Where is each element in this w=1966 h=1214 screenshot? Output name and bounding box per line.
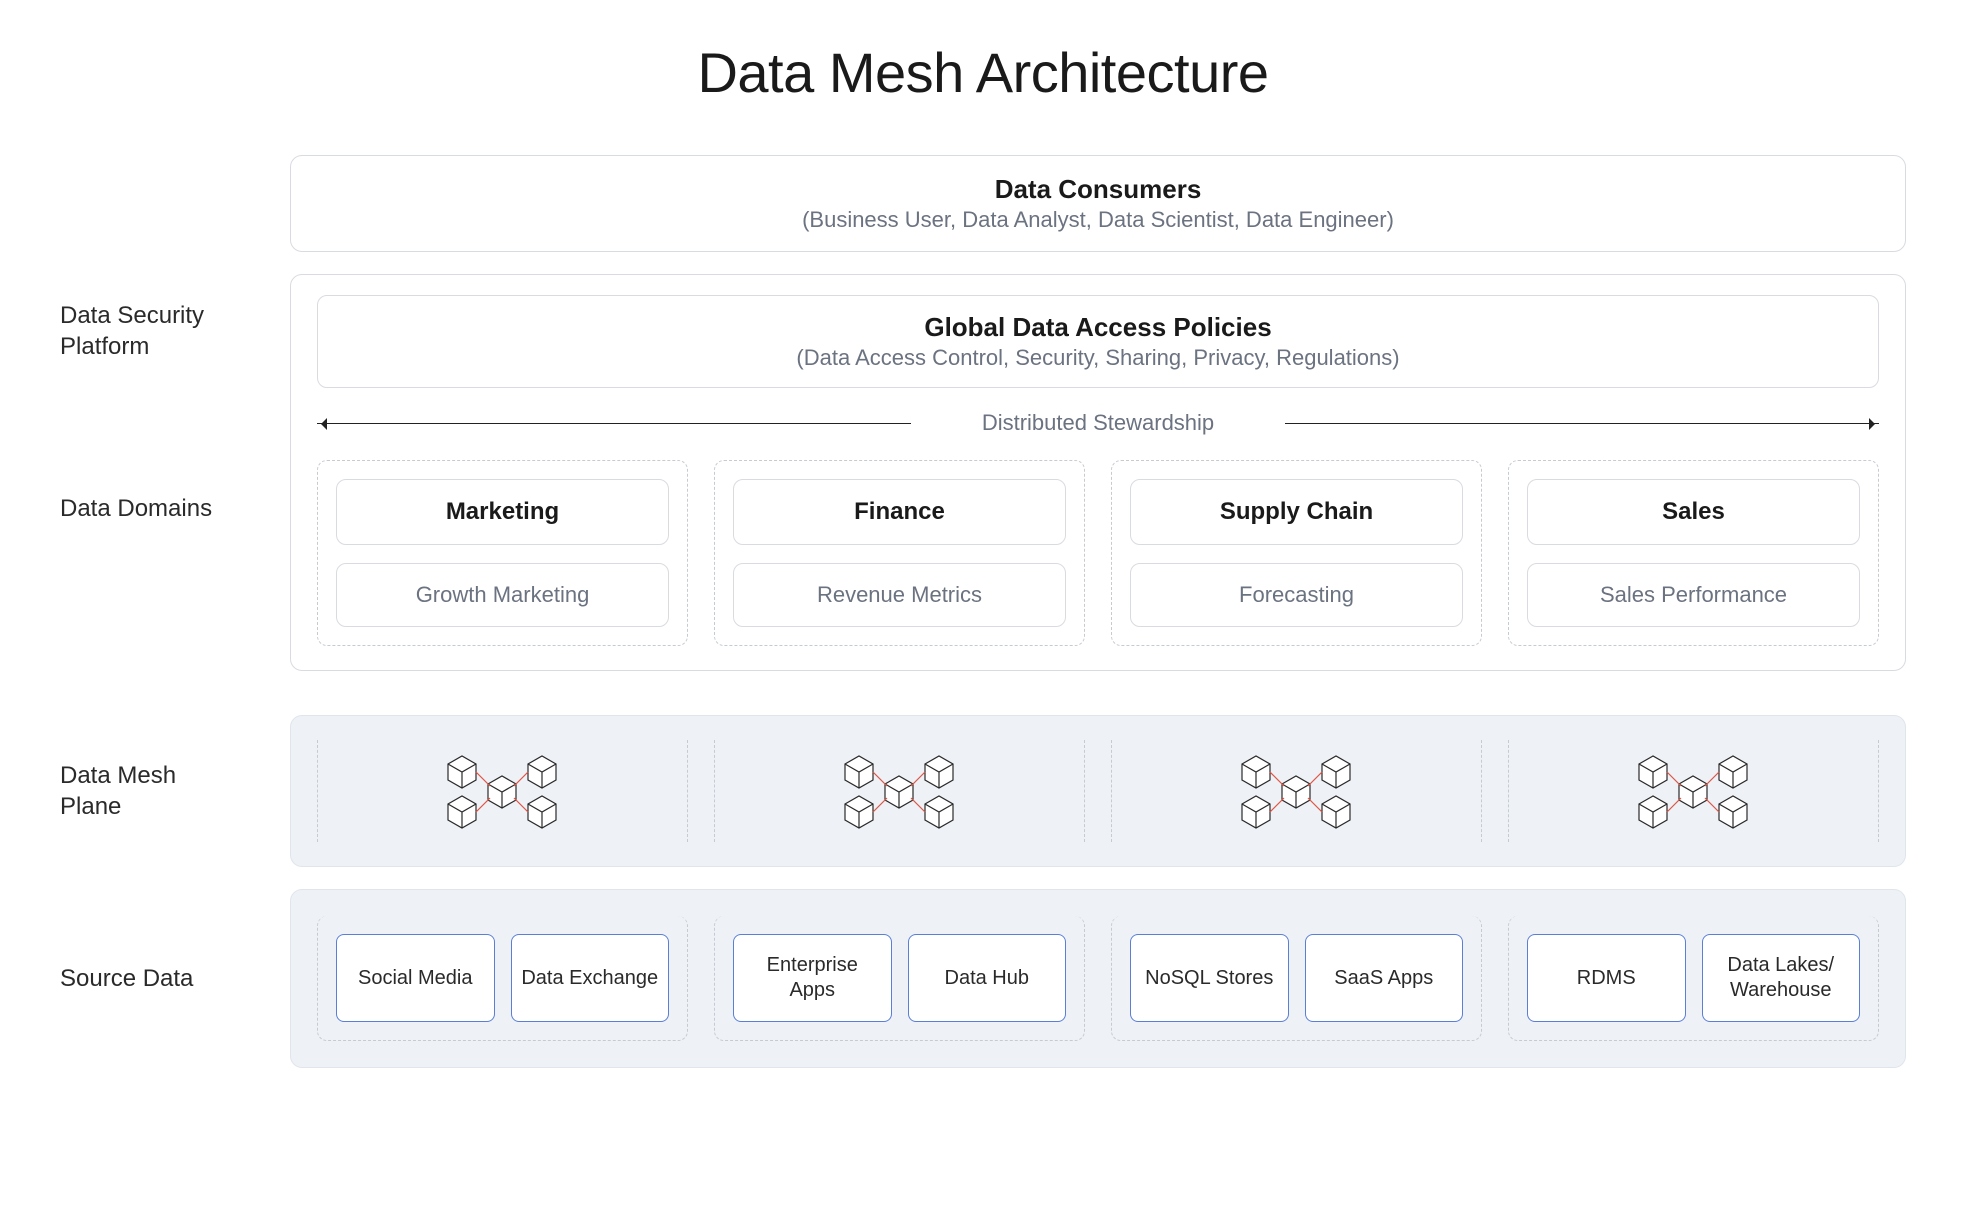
mesh-cell [1111, 740, 1482, 842]
row-label-domains: Data Domains [60, 493, 260, 524]
source-card: Social Media [336, 934, 495, 1022]
consumers-row: Data Consumers (Business User, Data Anal… [290, 155, 1906, 252]
source-col: RDMS Data Lakes/ Warehouse [1508, 916, 1879, 1041]
source-card: SaaS Apps [1305, 934, 1464, 1022]
arrow-left-icon [317, 423, 911, 424]
consumers-sub: (Business User, Data Analyst, Data Scien… [311, 207, 1885, 233]
policies-heading: Global Data Access Policies [338, 312, 1858, 343]
row-label-source: Source Data [60, 963, 260, 994]
mesh-cubes-icon [428, 746, 578, 836]
source-col: Social Media Data Exchange [317, 916, 688, 1041]
row-label-mesh: Data Mesh Plane [60, 760, 260, 822]
source-col: NoSQL Stores SaaS Apps [1111, 916, 1482, 1041]
diagram-grid: Data Consumers (Business User, Data Anal… [60, 155, 1906, 1068]
diagram-title: Data Mesh Architecture [60, 40, 1906, 105]
mesh-cell [317, 740, 688, 842]
source-card: Data Exchange [511, 934, 670, 1022]
source-row: Social Media Data Exchange Enterprise Ap… [290, 889, 1906, 1068]
source-card: RDMS [1527, 934, 1686, 1022]
consumers-box: Data Consumers (Business User, Data Anal… [290, 155, 1906, 252]
mesh-cubes-icon [825, 746, 975, 836]
consumers-heading: Data Consumers [311, 174, 1885, 205]
source-col: Enterprise Apps Data Hub [714, 916, 1085, 1041]
source-card: Enterprise Apps [733, 934, 892, 1022]
source-card: Data Lakes/ Warehouse [1702, 934, 1861, 1022]
mesh-cubes-icon [1619, 746, 1769, 836]
policies-sub: (Data Access Control, Security, Sharing,… [338, 345, 1858, 371]
source-card: NoSQL Stores [1130, 934, 1289, 1022]
arrow-right-icon [1285, 423, 1879, 424]
stewardship-row: Distributed Stewardship [317, 410, 1879, 436]
row-label-security: Data Security Platform [60, 300, 260, 362]
stewardship-label: Distributed Stewardship [982, 410, 1214, 435]
mesh-cell [714, 740, 1085, 842]
row-label-empty [60, 203, 260, 204]
mesh-cubes-icon [1222, 746, 1372, 836]
source-card: Data Hub [908, 934, 1067, 1022]
policies-box: Global Data Access Policies (Data Access… [317, 295, 1879, 388]
mesh-row [290, 715, 1906, 867]
mesh-cell [1508, 740, 1879, 842]
